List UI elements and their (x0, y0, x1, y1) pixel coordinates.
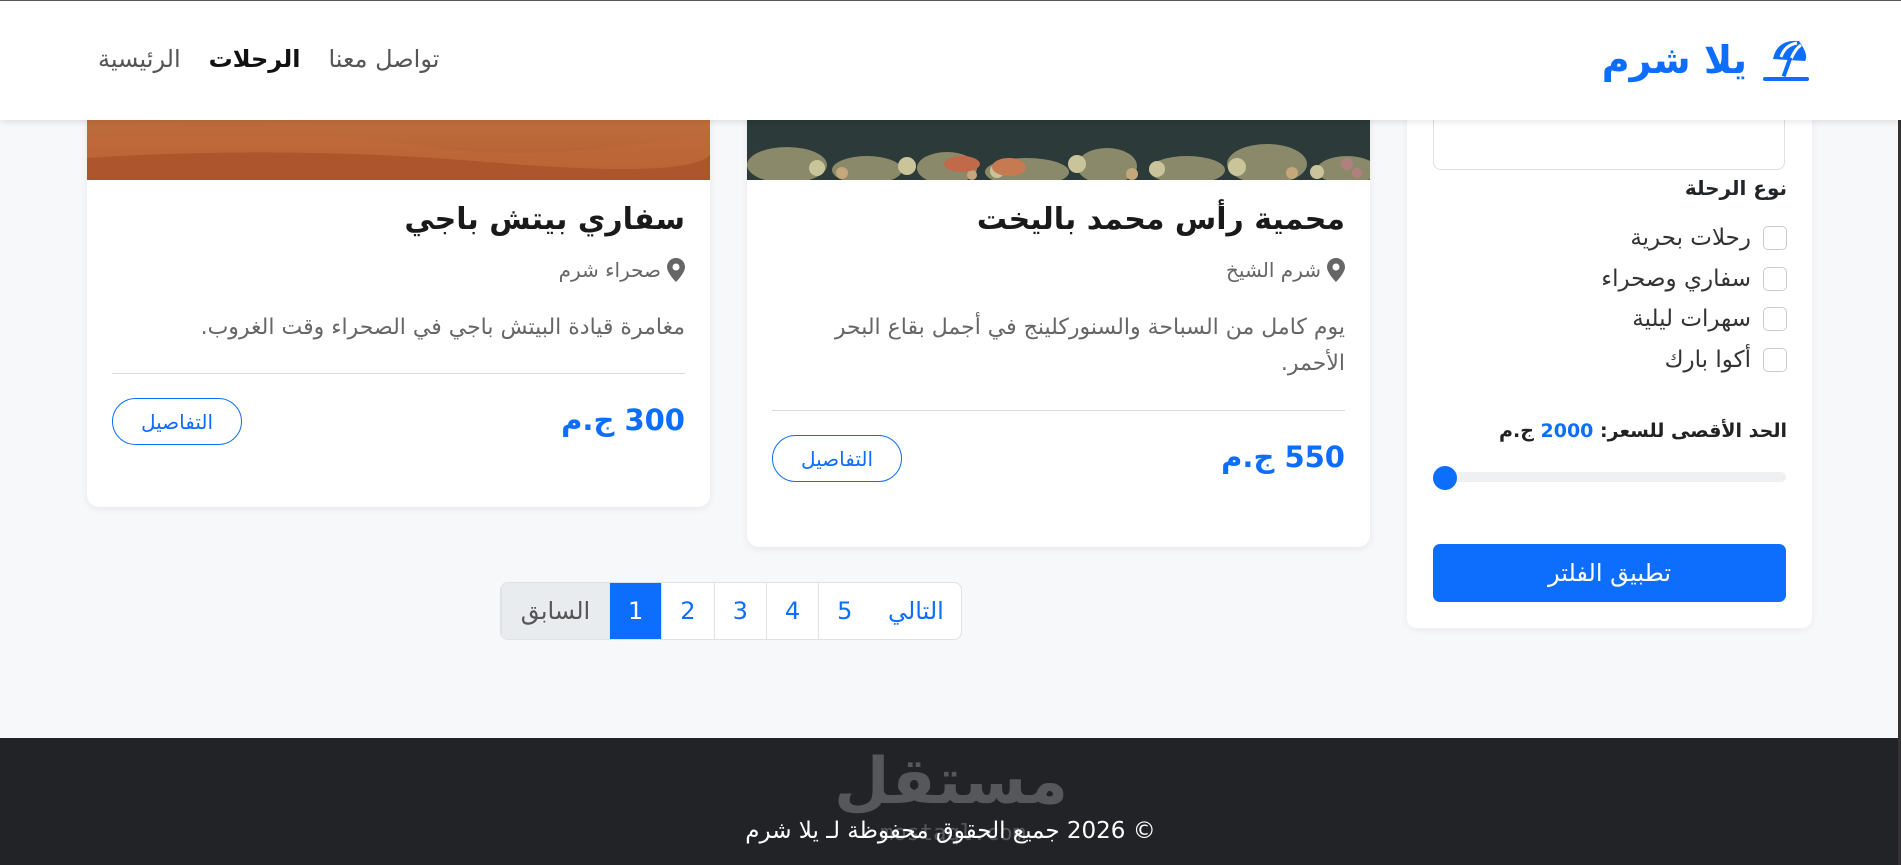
details-button[interactable]: التفاصيل (772, 435, 902, 482)
card-location: شرم الشيخ (1226, 258, 1345, 282)
pagination-page-4[interactable]: 4 (765, 583, 818, 639)
pagination-page-2[interactable]: 2 (661, 583, 713, 639)
trip-type-list: رحلات بحرية سفاري وصحراء سهرات ليلية أكو… (1447, 218, 1787, 380)
slider-thumb[interactable] (1433, 466, 1457, 490)
max-price-text: الحد الأقصى للسعر: (1600, 420, 1787, 442)
card-description: يوم كامل من السباحة والسنوركلينج في أجمل… (834, 315, 1345, 376)
pagination-page-3[interactable]: 3 (713, 583, 766, 639)
trip-type-option[interactable]: سهرات ليلية (1447, 299, 1787, 340)
filter-sidebar: نوع الرحلة رحلات بحرية سفاري وصحراء سهرا… (1407, 60, 1812, 628)
apply-filter-button[interactable]: تطبيق الفلتر (1433, 544, 1786, 602)
checkbox[interactable] (1763, 347, 1787, 372)
pagination-prev[interactable]: السابق (501, 583, 609, 639)
card-price: 300 ج.م (561, 403, 685, 437)
watermark-text: مستقل (833, 745, 1068, 819)
card-title: سفاري بيتش باجي (404, 202, 685, 237)
card-divider (112, 373, 685, 374)
max-price-value: 2000 (1540, 420, 1594, 442)
nav-link-trips[interactable]: الرحلات (209, 45, 301, 73)
map-pin-icon (1327, 258, 1345, 282)
details-button[interactable]: التفاصيل (112, 398, 242, 445)
brand-logo[interactable]: يلا شرم (1602, 35, 1811, 85)
nav-link-home[interactable]: الرئيسية (98, 45, 181, 73)
trip-type-option[interactable]: سفاري وصحراء (1447, 259, 1787, 300)
trip-type-option[interactable]: رحلات بحرية (1447, 218, 1787, 259)
trip-type-label: سهرات ليلية (1632, 306, 1751, 333)
pagination-page-1[interactable]: 1 (609, 583, 662, 639)
copyright-text: © 2026 جميع الحقوق محفوظة لـ يلا شرم (745, 818, 1156, 844)
footer: مستقل mostaql.com © 2026 جميع الحقوق محف… (0, 738, 1901, 865)
max-price-label: الحد الأقصى للسعر: 2000 ج.م (1499, 420, 1787, 442)
nav-links: الرئيسية الرحلات تواصل معنا (98, 45, 439, 73)
card-title: محمية رأس محمد باليخت (976, 202, 1345, 237)
max-price-currency: ج.م (1499, 420, 1534, 442)
navbar: يلا شرم الرئيسية الرحلات تواصل معنا (0, 0, 1901, 120)
umbrella-beach-icon (1763, 40, 1809, 81)
card-location-label: صحراء شرم (558, 258, 661, 282)
page: محمية رأس محمد باليخت شرم الشيخ يوم كامل… (0, 0, 1901, 865)
checkbox[interactable] (1763, 226, 1787, 251)
card-location: صحراء شرم (559, 258, 685, 282)
trip-type-label: أكوا بارك (1664, 346, 1751, 373)
trip-type-label: سفاري وصحراء (1601, 265, 1751, 292)
checkbox[interactable] (1763, 307, 1787, 332)
checkbox[interactable] (1763, 266, 1787, 291)
card-price: 550 ج.م (1221, 440, 1345, 474)
card-description: مغامرة قيادة البيتش باجي في الصحراء وقت … (200, 315, 685, 340)
nav-link-contact[interactable]: تواصل معنا (328, 45, 439, 73)
pagination-next[interactable]: التالي (870, 583, 961, 639)
brand-name: يلا شرم (1601, 38, 1747, 82)
pagination-page-5[interactable]: 5 (818, 583, 870, 639)
trip-type-option[interactable]: أكوا بارك (1447, 340, 1787, 381)
pagination: السابق 1 2 3 4 5 التالي (500, 582, 963, 640)
card-divider (772, 410, 1345, 411)
price-slider[interactable] (1433, 466, 1786, 490)
trip-type-label: رحلات بحرية (1630, 225, 1751, 252)
card-location-label: شرم الشيخ (1226, 258, 1321, 282)
trip-type-title: نوع الرحلة (1684, 176, 1787, 200)
map-pin-icon (667, 258, 685, 282)
